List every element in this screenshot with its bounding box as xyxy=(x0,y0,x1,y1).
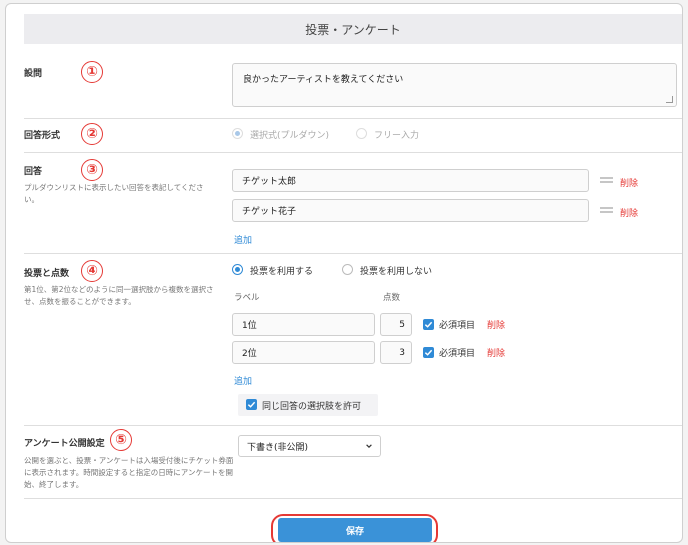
answer-delete-2[interactable]: 削除 xyxy=(620,206,638,219)
vote-points-input-2-value: 3 xyxy=(399,347,405,358)
required-label-2: 必須項目 xyxy=(439,349,476,359)
question-textarea[interactable]: 良かったアーティストを教えてください xyxy=(232,63,677,107)
divider xyxy=(24,498,682,499)
marker-1: ① xyxy=(81,61,103,83)
required-label-1: 必須項目 xyxy=(439,321,476,331)
vote-points-input-2[interactable]: 3 xyxy=(380,341,412,364)
radio-no-voting-label: 投票を利用しない xyxy=(360,267,433,277)
vote-delete-2[interactable]: 削除 xyxy=(487,346,505,359)
answers-label: 回答 xyxy=(24,167,43,177)
vote-points-input-1[interactable]: 5 xyxy=(380,313,412,336)
col-header-points: 点数 xyxy=(383,293,401,303)
divider xyxy=(24,152,682,153)
answer-input-1-value: チゲット太郎 xyxy=(242,177,297,187)
answer-format-label: 回答形式 xyxy=(24,131,61,141)
col-header-label: ラベル xyxy=(234,293,260,303)
vote-points-input-1-value: 5 xyxy=(399,319,405,330)
marker-3: ③ xyxy=(81,159,103,181)
publish-select-value: 下書き(非公開) xyxy=(247,442,309,453)
marker-5: ⑤ xyxy=(110,429,132,451)
drag-handle-icon[interactable] xyxy=(600,207,613,213)
chevron-down-icon xyxy=(366,444,372,449)
publish-select[interactable]: 下書き(非公開) xyxy=(238,435,381,457)
marker-2: ② xyxy=(81,123,103,145)
allow-same-answer-option[interactable]: 同じ回答の選択肢を許可 xyxy=(238,394,378,416)
survey-editor-window: 投票・アンケート 設問 ① 良かったアーティストを教えてください 回答形式 ② … xyxy=(5,3,683,543)
drag-handle-icon[interactable] xyxy=(600,177,613,183)
voting-label: 投票と点数 xyxy=(24,269,70,279)
vote-label-input-1[interactable]: 1位 xyxy=(232,313,375,336)
page-title-bar: 投票・アンケート xyxy=(24,14,682,44)
checkmark-icon xyxy=(247,401,256,408)
allow-same-checkbox[interactable] xyxy=(246,399,257,410)
checkmark-icon xyxy=(424,349,433,356)
answer-input-2-value: チゲット花子 xyxy=(242,207,297,217)
radio-select-format-label: 選択式(プルダウン) xyxy=(250,131,330,141)
marker-4: ④ xyxy=(81,260,103,282)
radio-free-input-label: フリー入力 xyxy=(374,131,420,141)
radio-use-voting-label: 投票を利用する xyxy=(250,267,314,277)
answer-input-2[interactable]: チゲット花子 xyxy=(232,199,589,222)
divider xyxy=(24,425,682,426)
answer-delete-1[interactable]: 削除 xyxy=(620,176,638,189)
vote-add-link[interactable]: 追加 xyxy=(234,374,252,387)
resize-handle-icon[interactable] xyxy=(666,96,673,103)
vote-label-input-2-value: 2位 xyxy=(242,349,257,359)
publish-description: 公開を選ぶと、投票・アンケートは入場受付後にチケット券面に表示されます。時間設定… xyxy=(24,456,234,489)
answer-input-1[interactable]: チゲット太郎 xyxy=(232,169,589,192)
voting-description: 第1位、第2位などのように同一選択肢から複数を選択させ、点数を振ることができます… xyxy=(24,285,214,306)
vote-label-input-2[interactable]: 2位 xyxy=(232,341,375,364)
vote-label-input-1-value: 1位 xyxy=(242,321,257,331)
checkmark-icon xyxy=(424,321,433,328)
answer-add-link[interactable]: 追加 xyxy=(234,233,252,246)
vote-delete-1[interactable]: 削除 xyxy=(487,318,505,331)
question-value: 良かったアーティストを教えてください xyxy=(243,75,404,85)
radio-select-format[interactable] xyxy=(232,128,243,139)
answers-description: プルダウンリストに表示したい回答を表記してください。 xyxy=(24,183,204,204)
radio-free-input[interactable] xyxy=(356,128,367,139)
divider xyxy=(24,253,682,254)
publish-label: アンケート公開設定 xyxy=(24,439,105,449)
allow-same-label: 同じ回答の選択肢を許可 xyxy=(262,402,362,412)
page-title: 投票・アンケート xyxy=(305,22,401,37)
required-checkbox-1[interactable] xyxy=(423,319,434,330)
required-checkbox-2[interactable] xyxy=(423,347,434,358)
radio-no-voting[interactable] xyxy=(342,264,353,275)
radio-use-voting[interactable] xyxy=(232,264,243,275)
divider xyxy=(24,118,682,119)
question-label: 設問 xyxy=(24,69,43,79)
save-button[interactable]: 保存 xyxy=(278,518,432,542)
